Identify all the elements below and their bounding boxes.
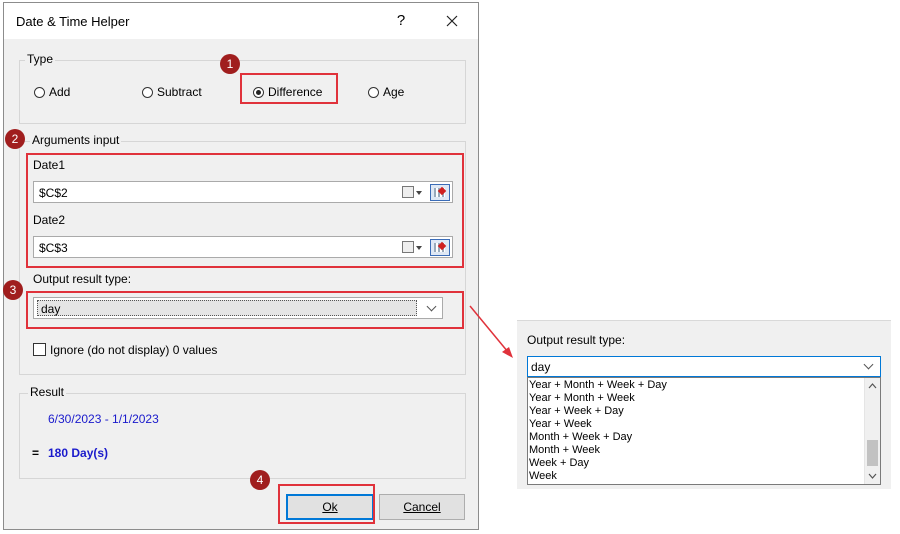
date1-value: $C$2 — [39, 186, 68, 200]
radio-age[interactable]: Age — [368, 85, 404, 99]
panel-output-select[interactable]: day — [527, 356, 881, 377]
panel-selected-value: day — [531, 360, 551, 374]
radio-age-label: Age — [383, 85, 405, 99]
dropdown-item[interactable]: Year + Month + Week + Day — [529, 379, 667, 392]
radio-subtract-circle — [142, 86, 153, 98]
dropdown-arrow-icon[interactable] — [416, 191, 422, 195]
date2-value: $C$3 — [39, 241, 68, 255]
dropdown-item[interactable]: Year + Month + Week — [529, 392, 635, 405]
calendar-icon[interactable] — [402, 186, 414, 198]
radio-difference-circle — [253, 86, 264, 98]
radio-subtract[interactable]: Subtract — [142, 85, 202, 99]
dropdown-item[interactable]: Month + Week — [529, 444, 600, 457]
date1-label: Date1 — [33, 158, 66, 172]
radio-difference[interactable]: Difference — [253, 85, 322, 99]
type-group-label: Type — [25, 52, 56, 66]
help-button[interactable]: ? — [390, 10, 412, 32]
arguments-group-label: Arguments input — [30, 133, 122, 147]
date2-label: Date2 — [33, 213, 66, 227]
close-icon — [446, 15, 458, 27]
dropdown-item[interactable]: Year + Week + Day — [529, 405, 624, 418]
radio-add-label: Add — [49, 85, 71, 99]
step-badge-2: 2 — [5, 129, 25, 149]
radio-difference-label: Difference — [268, 85, 323, 99]
date-time-helper-dialog: Date & Time Helper ? Type Add Subtract D… — [3, 2, 479, 530]
ok-button-label: Ok — [322, 500, 338, 514]
dropdown-item[interactable]: Week + Day — [529, 457, 589, 470]
output-selected-value: day — [41, 302, 61, 316]
output-selected: day — [37, 300, 417, 316]
result-dates: 6/30/2023 - 1/1/2023 — [48, 412, 159, 426]
step-badge-4: 4 — [250, 470, 270, 490]
result-group-label: Result — [28, 385, 67, 399]
step-badge-3: 3 — [3, 280, 23, 300]
dropdown-expanded-panel: Output result type: day Year + Month + W… — [517, 320, 891, 489]
arguments-group: Arguments input — [19, 133, 466, 375]
cancel-button[interactable]: Cancel — [379, 494, 465, 520]
ignore-zero-label: Ignore (do not display) 0 values — [50, 343, 218, 357]
result-value: 180 Day(s) — [48, 446, 109, 460]
type-group: Type Add Subtract Difference Age — [19, 52, 466, 124]
ok-button[interactable]: Ok — [286, 494, 374, 520]
dropdown-item[interactable]: Week — [529, 470, 557, 483]
output-result-type-label: Output result type: — [33, 272, 132, 286]
step-badge-1: 1 — [220, 54, 240, 74]
dropdown-arrow-icon[interactable] — [416, 246, 422, 250]
close-button[interactable] — [441, 10, 463, 32]
scroll-up-icon[interactable] — [865, 380, 880, 392]
radio-subtract-label: Subtract — [157, 85, 202, 99]
date2-input[interactable]: $C$3 — [33, 236, 453, 258]
panel-output-label: Output result type: — [527, 333, 626, 347]
radio-add[interactable]: Add — [34, 85, 70, 99]
radio-add-circle — [34, 86, 45, 98]
ignore-zero-checkbox-row[interactable]: Ignore (do not display) 0 values — [33, 342, 293, 358]
scroll-down-icon[interactable] — [865, 470, 880, 482]
range-select-icon[interactable] — [430, 184, 450, 201]
chevron-down-icon[interactable] — [863, 359, 874, 370]
output-result-type-select[interactable]: day — [33, 297, 443, 319]
cancel-button-label: Cancel — [403, 500, 441, 514]
dropdown-item[interactable]: Month + Week + Day — [529, 431, 632, 444]
title-bar: Date & Time Helper ? — [4, 3, 478, 39]
ignore-zero-checkbox[interactable] — [33, 343, 46, 356]
radio-age-circle — [368, 86, 379, 98]
dropdown-list: Year + Month + Week + Day Year + Month +… — [527, 377, 881, 485]
result-equals: = — [32, 446, 40, 460]
dialog-title: Date & Time Helper — [16, 14, 130, 29]
range-select-icon[interactable] — [430, 239, 450, 256]
dropdown-item[interactable]: Year + Week — [529, 418, 592, 431]
calendar-icon[interactable] — [402, 241, 414, 253]
result-group: Result — [19, 385, 466, 479]
scrollbar-thumb[interactable] — [867, 440, 878, 466]
chevron-down-icon[interactable] — [426, 301, 437, 312]
dropdown-scrollbar[interactable] — [864, 378, 880, 484]
date1-input[interactable]: $C$2 — [33, 181, 453, 203]
